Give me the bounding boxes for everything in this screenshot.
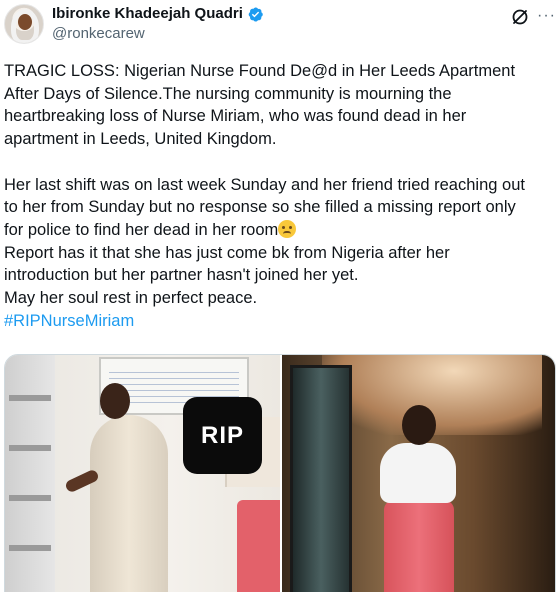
tweet-line: After Days of Silence.The nursing commun… (4, 84, 452, 103)
avatar[interactable] (4, 4, 44, 44)
red-chair (237, 500, 280, 592)
verified-badge-icon (248, 6, 263, 22)
door (290, 365, 352, 592)
media-grid: RIP (4, 354, 556, 592)
tweet-line-text: for police to find her dead in her room (4, 220, 279, 239)
person-top (380, 443, 456, 503)
more-icon[interactable]: ··· (537, 6, 556, 26)
tweet-line: for police to find her dead in her room (4, 219, 552, 242)
person-head (100, 383, 130, 419)
tweet-line: Her last shift was on last week Sunday a… (4, 175, 525, 194)
photo-left[interactable]: RIP (5, 355, 280, 592)
tweet-line: Report has it that she has just come bk … (4, 243, 450, 262)
tweet-text: TRAGIC LOSS: Nigerian Nurse Found De@d i… (4, 60, 552, 332)
author-handle[interactable]: @ronkecarew (52, 24, 145, 44)
person-figure (90, 415, 168, 592)
tweet: Ibironke Khadeejah Quadri @ronkecarew ··… (0, 0, 557, 592)
tweet-line: to her from Sunday but no response so sh… (4, 198, 516, 217)
grok-icon[interactable] (510, 7, 530, 27)
author-name-row[interactable]: Ibironke Khadeejah Quadri (52, 4, 264, 24)
hashtag-link[interactable]: #RIPNurseMiriam (4, 312, 134, 330)
tweet-line: TRAGIC LOSS: Nigerian Nurse Found De@d i… (4, 62, 516, 80)
person-head (402, 405, 436, 445)
sad-face-emoji-icon (278, 219, 297, 238)
tweet-line: heartbreaking loss of Nurse Miriam, who … (4, 107, 467, 126)
rip-badge: RIP (183, 397, 262, 474)
person-pants (384, 500, 454, 592)
avatar-face (18, 14, 32, 30)
tweet-line: introduction but her partner hasn't join… (4, 266, 359, 285)
photo-right[interactable] (282, 355, 555, 592)
author-name[interactable]: Ibironke Khadeejah Quadri (52, 4, 243, 24)
tweet-line: apartment in Leeds, United Kingdom. (4, 130, 277, 149)
tweet-line: May her soul rest in perfect peace. (4, 289, 258, 308)
hashtag-line: #RIPNurseMiriam (4, 310, 552, 333)
shelf (5, 355, 55, 592)
